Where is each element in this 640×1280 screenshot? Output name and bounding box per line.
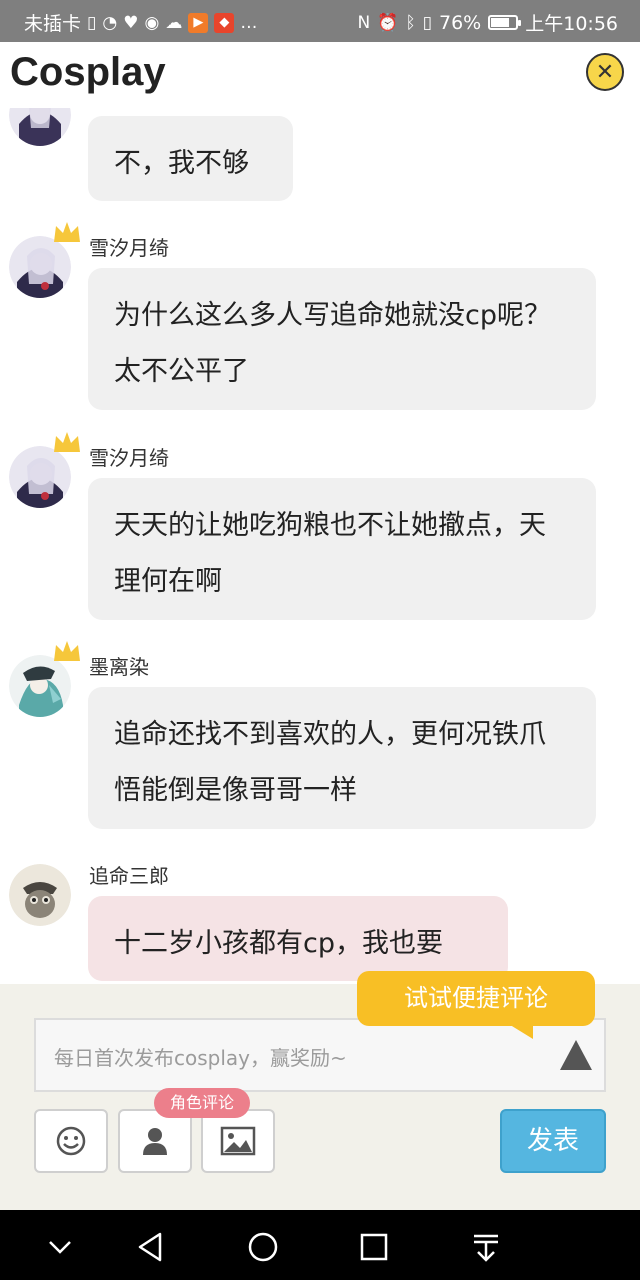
nfc-icon: N <box>357 12 371 33</box>
person-icon <box>143 1128 167 1155</box>
message-text: 追命还找不到喜欢的人，更何况铁爪悟能倒是像哥哥一样 <box>114 719 546 806</box>
no-sim-icon: ▯ <box>87 12 97 33</box>
emoji-button[interactable] <box>34 1109 108 1173</box>
expand-up-icon[interactable] <box>560 1040 592 1070</box>
alarm-app-icon: ◉ <box>144 12 160 33</box>
avatar[interactable] <box>9 108 71 146</box>
battery-fill <box>491 18 510 27</box>
shop-app-icon: ◆ <box>214 12 235 33</box>
hide-keyboard-icon[interactable] <box>43 1230 77 1264</box>
chat-list[interactable]: 不，我不够 雪汐月绮 为什么这么多人写追命她就没cp呢？太不公平了 雪汐月绮 天… <box>0 108 640 984</box>
recents-icon[interactable] <box>357 1230 391 1264</box>
message-text: 天天的让她吃狗粮也不让她撤点，天理何在啊 <box>114 510 546 597</box>
avatar[interactable] <box>9 655 71 717</box>
username[interactable]: 雪汐月绮 <box>89 442 169 471</box>
username[interactable]: 墨离染 <box>89 651 149 680</box>
clock: 上午10:56 <box>525 13 618 35</box>
quick-comment-tip[interactable]: 试试便捷评论 <box>357 971 595 1039</box>
message-text: 不，我不够 <box>114 148 249 179</box>
tip-tail <box>507 1023 533 1039</box>
status-bar: 未插卡 ▯ ◔ ♥ ◉ ☁ ▶ ◆ … N ⏰ ᛒ ▯ 76% 上午10:56 <box>0 0 640 42</box>
post-button[interactable]: 发表 <box>500 1109 606 1173</box>
username[interactable]: 雪汐月绮 <box>89 232 169 261</box>
message-text: 为什么这么多人写追命她就没cp呢？太不公平了 <box>114 300 551 387</box>
page-title: Cosplay <box>10 50 166 94</box>
battery-icon <box>488 15 522 30</box>
image-button[interactable] <box>201 1109 275 1173</box>
heart-pulse-icon: ♥ <box>123 12 139 33</box>
navigation-bar <box>0 1210 640 1280</box>
avatar[interactable] <box>9 864 71 926</box>
notification-pulldown-icon[interactable] <box>469 1230 503 1264</box>
username[interactable]: 追命三郎 <box>89 860 169 889</box>
wifi-off-icon: ◔ <box>102 12 118 33</box>
crown-icon <box>54 222 80 242</box>
more-icon: … <box>240 12 258 33</box>
avatar[interactable] <box>9 446 71 508</box>
role-comment-button[interactable] <box>118 1109 192 1173</box>
message-bubble[interactable]: 为什么这么多人写追命她就没cp呢？太不公平了 <box>88 268 596 410</box>
title-bar: Cosplay ✕ <box>0 42 640 108</box>
message-text: 十二岁小孩都有cp，我也要 <box>114 928 443 959</box>
cloud-download-icon: ☁ <box>165 12 183 33</box>
close-button[interactable]: ✕ <box>586 53 624 91</box>
vibrate-icon: ▯ <box>422 12 432 33</box>
crown-icon <box>54 432 80 452</box>
status-left: 未插卡 ▯ ◔ ♥ ◉ ☁ ▶ ◆ … <box>24 9 257 36</box>
message-bubble[interactable]: 十二岁小孩都有cp，我也要 <box>88 896 508 981</box>
message-bubble[interactable]: 天天的让她吃狗粮也不让她撤点，天理何在啊 <box>88 478 596 620</box>
battery-percent: 76% <box>439 11 482 34</box>
image-icon <box>220 1126 256 1156</box>
composer-panel: 每日首次发布cosplay，赢奖励~ 试试便捷评论 角色评论 发表 <box>0 971 640 1210</box>
emoji-icon <box>56 1126 86 1156</box>
back-icon[interactable] <box>134 1230 168 1264</box>
crown-icon <box>54 641 80 661</box>
input-placeholder: 每日首次发布cosplay，赢奖励~ <box>54 1046 347 1070</box>
avatar[interactable] <box>9 236 71 298</box>
message-bubble[interactable]: 不，我不够 <box>88 116 293 201</box>
status-right: N ⏰ ᛒ ▯ 76% 上午10:56 <box>358 9 618 36</box>
video-app-icon: ▶ <box>188 12 209 33</box>
tip-text: 试试便捷评论 <box>404 984 548 1012</box>
role-comment-tag[interactable]: 角色评论 <box>154 1088 250 1118</box>
message-bubble[interactable]: 追命还找不到喜欢的人，更何况铁爪悟能倒是像哥哥一样 <box>88 687 596 829</box>
carrier-text: 未插卡 <box>24 13 82 35</box>
close-icon: ✕ <box>595 59 615 85</box>
home-icon[interactable] <box>246 1230 280 1264</box>
alarm-icon: ⏰ <box>377 12 399 33</box>
bluetooth-icon: ᛒ <box>405 12 416 33</box>
